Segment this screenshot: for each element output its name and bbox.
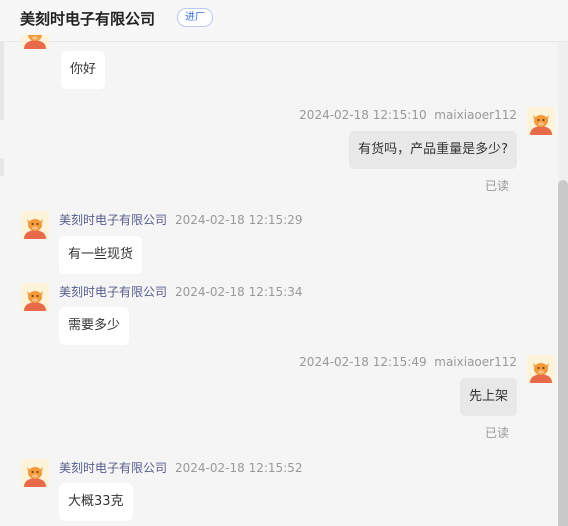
message-meta: 2024-02-18 12:15:49 maixiaoer112 [299,355,517,369]
left-panel-edge [0,158,4,176]
message-meta: 美刻时电子有限公司 2024-02-18 12:15:29 [59,211,302,228]
shop-tag-badge[interactable]: 进厂 [177,8,213,27]
message-bubble: 有一些现货 [59,236,143,274]
message-meta: 2024-02-18 12:15:10 maixiaoer112 [299,108,517,122]
message-bubble: 需要多少 [59,307,130,345]
message-meta: 美刻时电子有限公司 2024-02-18 12:15:52 [59,459,302,476]
avatar-cow-icon[interactable] [21,459,49,487]
message-sender: maixiaoer112 [434,108,517,122]
message-sender: 美刻时电子有限公司 [59,213,168,227]
message-sender: maixiaoer112 [434,355,517,369]
read-status: 已读 [484,426,509,440]
message-bubble: 有货吗，产品重量是多少? [349,131,517,169]
message-bubble: 大概33克 [59,483,133,521]
read-status: 已读 [484,179,509,193]
chat-header: 美刻时电子有限公司 进厂 [0,0,568,42]
avatar-cow-icon[interactable] [527,107,555,135]
message-sender: 美刻时电子有限公司 [59,461,168,475]
left-panel-edge [0,42,4,120]
message-time: 2024-02-18 12:15:34 [175,285,303,299]
message-time: 2024-02-18 12:15:29 [175,213,303,227]
message-bubble: 先上架 [459,378,517,416]
message-bubble: 你好 [61,51,106,89]
message-meta: 美刻时电子有限公司 2024-02-18 12:15:34 [59,283,302,300]
message-time: 2024-02-18 12:15:10 [299,108,427,122]
avatar-cow-icon[interactable] [21,283,49,311]
message-time: 2024-02-18 12:15:49 [299,355,427,369]
shop-name-title: 美刻时电子有限公司 [20,10,156,28]
avatar-cow-icon[interactable] [21,35,49,49]
scrollbar-thumb[interactable] [558,180,568,526]
message-sender: 美刻时电子有限公司 [59,285,168,299]
message-time: 2024-02-18 12:15:52 [175,461,303,475]
avatar-cow-icon[interactable] [21,211,49,239]
avatar-cow-icon[interactable] [527,355,555,383]
